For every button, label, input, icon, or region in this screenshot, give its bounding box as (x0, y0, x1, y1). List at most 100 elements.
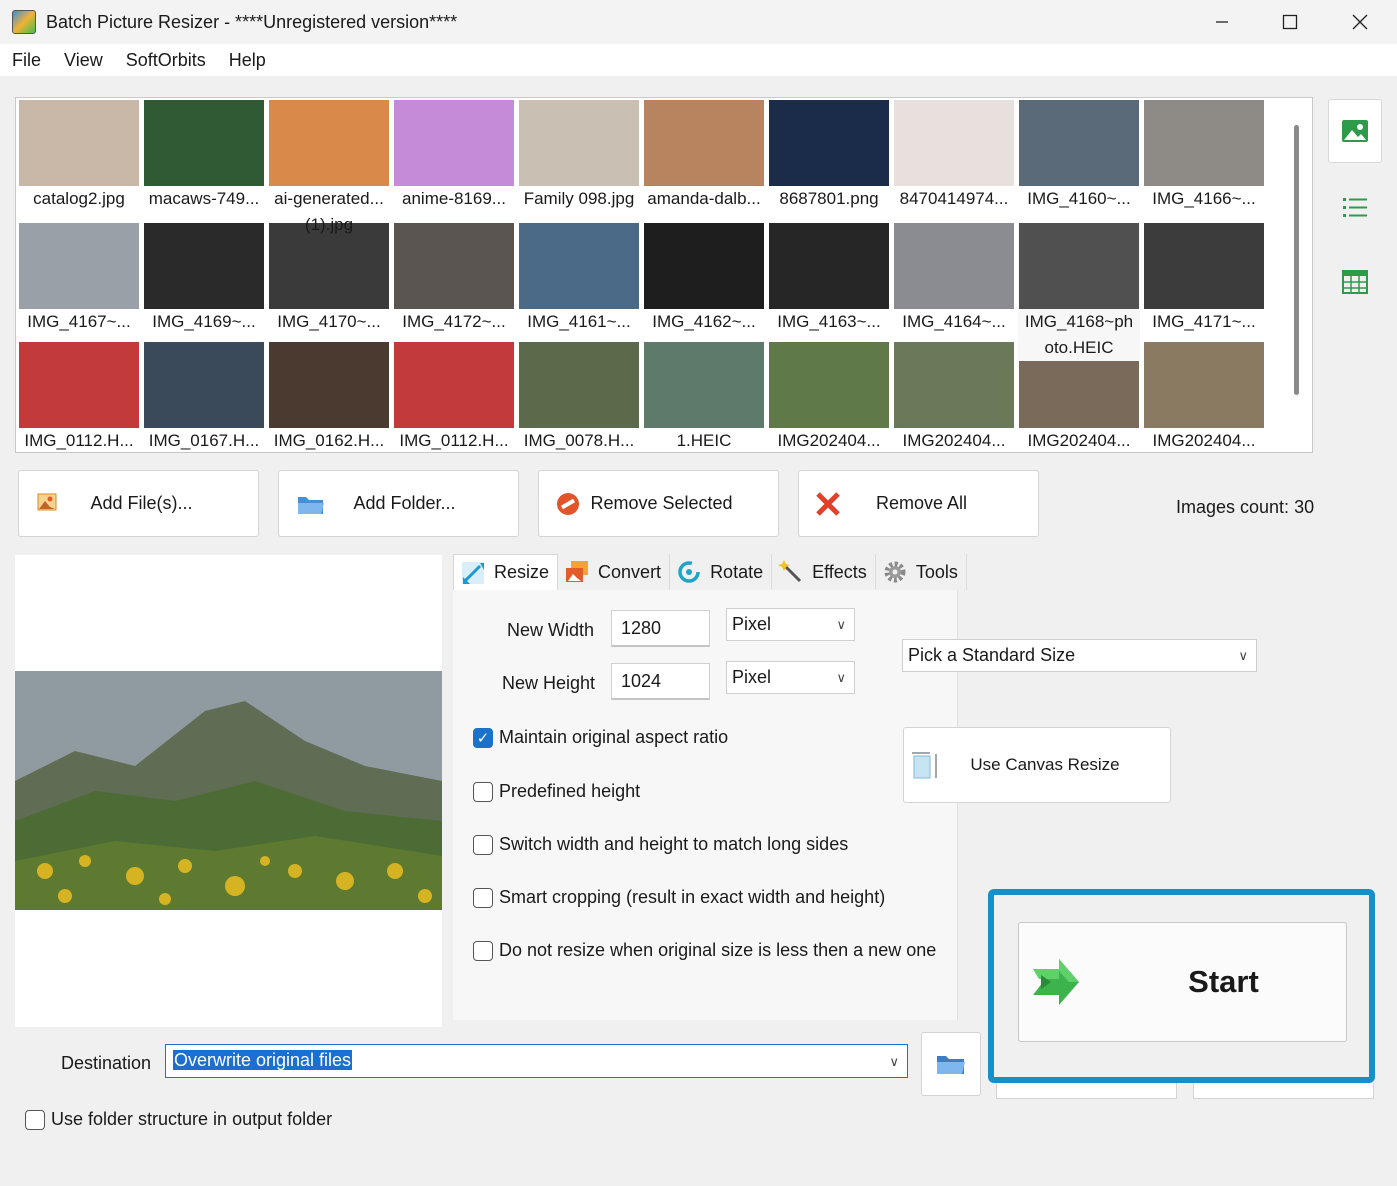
mountain-landscape-image (15, 671, 442, 910)
destination-select[interactable]: Overwrite original files ∨ (165, 1044, 908, 1078)
standard-size-select[interactable]: Pick a Standard Size ∨ (902, 639, 1257, 672)
thumbnail-item[interactable]: IMG_4171~... (1143, 223, 1265, 335)
thumbnail-item[interactable]: IMG_0112.H... (393, 342, 515, 452)
thumbnail-item[interactable]: IMG_4172~... (393, 223, 515, 335)
thumbnail-item[interactable]: IMG_4162~... (643, 223, 765, 335)
thumbnail-label: IMG_0167.H... (148, 431, 260, 450)
switch-sides-checkbox[interactable]: Switch width and height to match long si… (473, 834, 848, 855)
predefined-height-checkbox[interactable]: Predefined height (473, 781, 640, 802)
tab-convert-label: Convert (598, 561, 662, 582)
thumbnail-image (644, 100, 764, 186)
thumbnail-item[interactable]: IMG_0112.H... (18, 342, 140, 452)
maximize-button[interactable] (1255, 0, 1325, 44)
scrollbar-thumb[interactable] (1294, 125, 1299, 395)
thumbnail-panel[interactable]: catalog2.jpg macaws-749... ai-generated...… (15, 97, 1313, 453)
thumbnail-image (1144, 100, 1264, 186)
new-height-input[interactable]: 1024 (611, 663, 710, 700)
tab-effects-label: Effects (812, 561, 867, 582)
thumbnail-label: IMG_4166~... (1152, 189, 1256, 208)
checkmark-icon: ✓ (473, 727, 493, 748)
minimize-icon (1216, 21, 1228, 23)
add-files-button[interactable]: Add File(s)... (18, 470, 259, 537)
thumbnail-label: IMG_0162.H... (273, 431, 385, 450)
scrollbar-track[interactable] (1299, 98, 1312, 452)
add-folder-label: Add Folder... (353, 493, 456, 513)
predefined-height-label: Predefined height (499, 781, 641, 801)
thumbnail-image (644, 342, 764, 428)
close-icon (1352, 14, 1368, 30)
thumbnail-item[interactable]: IMG202404... (1143, 342, 1265, 452)
thumbnail-label-line2: (1).jpg (304, 215, 354, 234)
new-width-input[interactable]: 1280 (611, 610, 710, 647)
thumbnail-item[interactable]: IMG_0078.H... (518, 342, 640, 452)
menu-help[interactable]: Help (217, 50, 277, 71)
menu-softorbits[interactable]: SoftOrbits (114, 50, 217, 71)
list-view-icon (1343, 198, 1367, 217)
thumbnail-item[interactable]: IMG_4164~... (893, 223, 1015, 335)
tab-resize[interactable]: Resize (453, 554, 559, 590)
thumbnail-item[interactable]: IMG_4168~ph oto.HEIC (1018, 223, 1140, 361)
canvas-resize-button[interactable]: Use Canvas Resize (903, 727, 1171, 803)
height-unit-value: Pixel (732, 667, 772, 687)
thumbnail-image (769, 100, 889, 186)
width-unit-select[interactable]: Pixel ∨ (726, 608, 855, 641)
tab-convert[interactable]: Convert (558, 554, 671, 590)
tab-effects[interactable]: Effects (772, 554, 876, 590)
thumbnail-item[interactable]: IMG_4167~... (18, 223, 140, 335)
height-unit-select[interactable]: Pixel ∨ (726, 661, 855, 694)
thumbnail-image (269, 342, 389, 428)
thumbnail-item[interactable]: IMG_4161~... (518, 223, 640, 335)
hidden-button (1193, 1083, 1374, 1099)
thumbnail-item[interactable]: amanda-dalb... (643, 100, 765, 212)
thumbnail-image (19, 342, 139, 428)
thumbnail-item[interactable]: IMG_4170~... (268, 223, 390, 335)
thumbnail-item[interactable]: Family 098.jpg (518, 100, 640, 212)
menu-file[interactable]: File (0, 50, 52, 71)
minimize-button[interactable] (1187, 0, 1257, 44)
thumbnail-item[interactable]: IMG202404... (768, 342, 890, 452)
folder-structure-label: Use folder structure in output folder (51, 1109, 333, 1129)
tab-tools[interactable]: Tools (876, 554, 967, 590)
add-files-label: Add File(s)... (90, 493, 193, 513)
thumbnail-item[interactable]: macaws-749... (143, 100, 265, 212)
thumbnail-image (1019, 100, 1139, 186)
gear-icon (884, 561, 906, 583)
thumbnail-item[interactable]: ai-generated... (1).jpg (268, 100, 390, 238)
thumbnail-label: IMG202404... (1152, 431, 1256, 450)
list-view-button[interactable] (1328, 175, 1382, 239)
remove-all-label: Remove All (875, 493, 968, 513)
start-button[interactable]: Start (1018, 922, 1347, 1042)
folder-structure-checkbox[interactable]: Use folder structure in output folder (25, 1109, 332, 1130)
thumbnail-item[interactable]: anime-8169... (393, 100, 515, 212)
thumbnail-label: IMG202404... (777, 431, 881, 450)
thumbnail-item[interactable]: IMG_4163~... (768, 223, 890, 335)
remove-all-button[interactable]: Remove All (798, 470, 1039, 537)
thumbnail-item[interactable]: 8687801.png (768, 100, 890, 212)
no-upscale-checkbox[interactable]: Do not resize when original size is less… (473, 940, 936, 961)
thumbnail-item[interactable]: IMG_0167.H... (143, 342, 265, 452)
new-height-label: New Height (502, 673, 596, 693)
tab-rotate[interactable]: Rotate (670, 554, 773, 590)
thumbnail-item[interactable]: IMG_4160~... (1018, 100, 1140, 212)
thumbnail-item[interactable]: 1.HEIC (643, 342, 765, 452)
browse-folder-button[interactable] (921, 1032, 981, 1096)
close-button[interactable] (1325, 0, 1395, 44)
thumbnail-item[interactable]: 8470414974... (893, 100, 1015, 212)
thumbnail-item[interactable]: catalog2.jpg (18, 100, 140, 212)
menu-bar: File View SoftOrbits Help (0, 44, 1397, 76)
thumbnail-image (894, 223, 1014, 309)
smart-crop-checkbox[interactable]: Smart cropping (result in exact width an… (473, 887, 885, 908)
smart-crop-label: Smart cropping (result in exact width an… (499, 887, 886, 907)
add-folder-button[interactable]: Add Folder... (278, 470, 519, 537)
remove-selected-button[interactable]: Remove Selected (538, 470, 779, 537)
thumbnail-item[interactable]: IMG_0162.H... (268, 342, 390, 452)
maintain-ratio-checkbox[interactable]: ✓ Maintain original aspect ratio (473, 727, 728, 748)
table-view-button[interactable] (1328, 250, 1382, 314)
thumbnail-item[interactable]: IMG_4166~... (1143, 100, 1265, 212)
thumbnail-item[interactable]: IMG202404... (893, 342, 1015, 452)
thumbnail-view-button[interactable] (1328, 99, 1382, 163)
thumbnail-image (394, 223, 514, 309)
hidden-button (996, 1083, 1177, 1099)
menu-view[interactable]: View (52, 50, 114, 71)
thumbnail-item[interactable]: IMG_4169~... (143, 223, 265, 335)
